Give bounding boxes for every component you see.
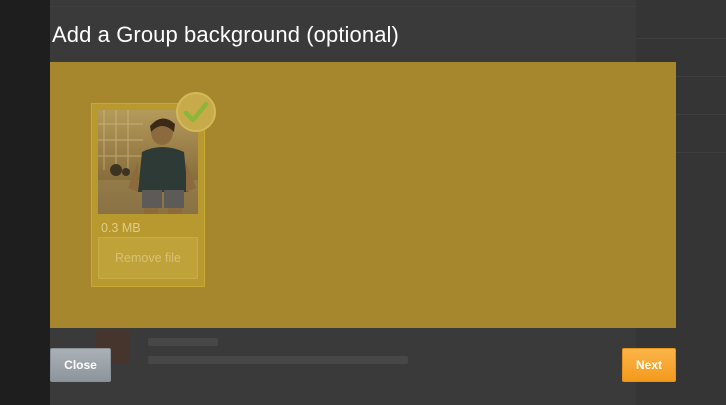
remove-file-button[interactable]: Remove file	[98, 237, 198, 279]
background-text	[148, 356, 408, 364]
modal-title: Add a Group background (optional)	[52, 22, 399, 47]
upload-success-check-icon	[176, 92, 216, 132]
close-button[interactable]: Close	[50, 348, 111, 382]
background-divider	[50, 6, 636, 7]
next-button[interactable]: Next	[622, 348, 676, 382]
background-text	[148, 338, 218, 346]
file-dropzone[interactable]: 0.3 MB Remove file	[50, 62, 676, 328]
file-size-label: 0.3 MB	[101, 221, 141, 235]
background-sidebar	[0, 0, 50, 405]
file-preview-card: 0.3 MB Remove file	[91, 92, 216, 287]
